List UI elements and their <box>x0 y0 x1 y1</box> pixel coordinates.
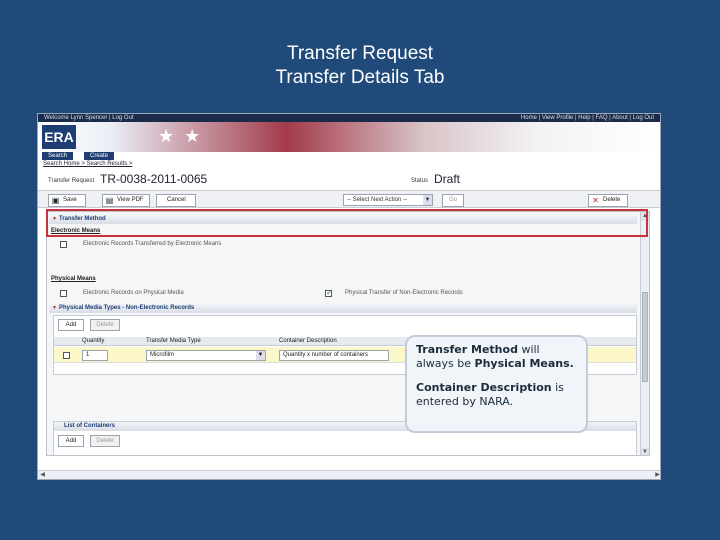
chevron-down-icon: ▼ <box>423 195 432 205</box>
header-banner: ERA ★★ <box>38 122 660 152</box>
physical-option-2-label: Physical Transfer of Non-Electronic Reco… <box>345 290 463 296</box>
transfer-method-highlight <box>46 209 648 237</box>
callout-text-1: Transfer Method will always be Physical … <box>416 343 574 370</box>
breadcrumb[interactable]: Search Home > Search Results > <box>43 161 132 167</box>
scroll-down-icon[interactable]: ▼ <box>641 448 649 455</box>
stars-icon: ★★ <box>158 126 211 146</box>
container-description-input[interactable]: Quantity x number of containers <box>279 350 389 361</box>
top-bar: Welcome Lynn Spencer | Log Out Home | Vi… <box>38 114 660 122</box>
quantity-input[interactable]: 1 <box>82 350 108 361</box>
physical-transfer-checkbox[interactable] <box>325 288 333 297</box>
horizontal-scrollbar[interactable]: ◀ ▶ <box>38 470 660 479</box>
next-action-select[interactable]: -- Select Next Action -- ▼ <box>343 194 433 206</box>
save-icon: ▣ <box>51 196 60 205</box>
column-description: Container Description <box>279 338 337 344</box>
request-label: Transfer Request <box>48 178 95 184</box>
electronic-means-checkbox[interactable] <box>60 241 67 248</box>
annotation-callout: Transfer Method will always be Physical … <box>405 335 588 433</box>
physical-media-checkbox[interactable] <box>60 290 67 297</box>
add-media-button[interactable]: Add <box>58 319 84 331</box>
add-container-button[interactable]: Add <box>58 435 84 447</box>
column-quantity: Quantity <box>82 338 105 344</box>
cancel-button[interactable]: Cancel <box>156 194 196 207</box>
scroll-right-icon[interactable]: ▶ <box>653 471 660 479</box>
welcome-text: Welcome Lynn Spencer | Log Out <box>44 115 134 121</box>
media-type-select[interactable]: Microfilm ▼ <box>146 350 266 361</box>
scroll-thumb[interactable] <box>642 292 648 382</box>
request-header: Transfer Request TR-0038-2011-0065 Statu… <box>38 172 660 188</box>
physical-means-label: Physical Means <box>51 276 96 282</box>
status-label: Status <box>411 178 429 184</box>
request-number: TR-0038-2011-0065 <box>100 172 208 186</box>
delete-icon: ✕ <box>592 196 599 205</box>
go-button[interactable]: Go <box>442 194 464 207</box>
slide-title-line-2: Transfer Details Tab <box>275 67 445 88</box>
scroll-left-icon[interactable]: ◀ <box>38 471 47 479</box>
status-value: Draft <box>434 172 461 186</box>
toolbar: ▣ Save ▤ View PDF Cancel -- Select Next Ac… <box>38 190 660 208</box>
delete-media-button[interactable]: Delete <box>90 319 120 331</box>
tab-search[interactable]: Search <box>42 152 74 160</box>
era-logo: ERA <box>42 125 76 149</box>
collapse-icon: ▼ <box>52 305 57 311</box>
vertical-scrollbar[interactable]: ▲ ▼ <box>640 212 649 455</box>
media-types-header[interactable]: ▼ Physical Media Types - Non-Electronic R… <box>49 304 637 313</box>
pdf-icon: ▤ <box>105 196 114 205</box>
chevron-down-icon: ▼ <box>256 351 265 360</box>
nav-tabs: Search Create <box>38 152 660 160</box>
save-button[interactable]: ▣ Save <box>48 194 86 207</box>
column-media-type: Transfer Media Type <box>146 338 201 344</box>
delete-button[interactable]: ✕ Delete <box>588 194 628 207</box>
physical-option-1-label: Electronic Records on Physical Media <box>83 290 184 296</box>
slide-title: Transfer Request Transfer Details Tab <box>0 42 720 90</box>
slide-title-line-1: Transfer Request <box>286 43 434 64</box>
top-links[interactable]: Home | View Profile | Help | FAQ | About… <box>521 114 654 122</box>
tab-create[interactable]: Create <box>84 152 115 160</box>
row-select-checkbox[interactable] <box>63 352 70 359</box>
view-pdf-button[interactable]: ▤ View PDF <box>102 194 150 207</box>
callout-text-2: Container Description is entered by NARA… <box>416 381 564 408</box>
delete-container-button[interactable]: Delete <box>90 435 120 447</box>
electronic-option-label: Electronic Records Transferred by Electr… <box>83 241 222 247</box>
